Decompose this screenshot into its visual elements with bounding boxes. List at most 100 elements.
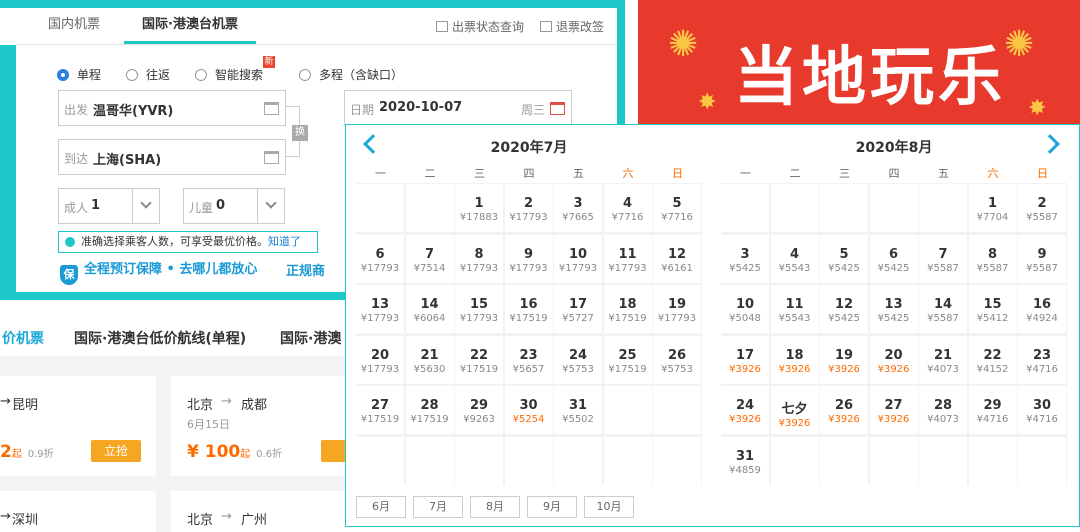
calendar-day[interactable]: 15 ¥5412 bbox=[968, 285, 1017, 333]
calendar-day[interactable]: 23 ¥5657 bbox=[504, 335, 553, 384]
calendar-icon[interactable] bbox=[550, 102, 565, 115]
calendar-day[interactable]: 30 ¥5254 bbox=[504, 386, 553, 434]
calendar-day[interactable]: 31 ¥5502 bbox=[554, 386, 602, 434]
calendar-day[interactable]: 2 ¥17793 bbox=[504, 184, 553, 232]
calendar-day[interactable]: 19 ¥17793 bbox=[653, 285, 701, 333]
calendar-day[interactable]: 13 ¥17793 bbox=[356, 285, 404, 333]
calendar-day[interactable]: 23 ¥4716 bbox=[1018, 335, 1066, 384]
calendar-day[interactable]: 9 ¥5587 bbox=[1018, 234, 1066, 283]
date-field[interactable]: 日期 2020-10-07 周三 bbox=[344, 90, 572, 126]
calendar-day[interactable]: 8 ¥17793 bbox=[455, 234, 503, 283]
calendar-day[interactable]: 19 ¥3926 bbox=[820, 335, 868, 384]
deal-card[interactable]: → 深圳 bbox=[0, 491, 156, 532]
calendar-day[interactable]: 8 ¥5587 bbox=[968, 234, 1017, 283]
calendar-day[interactable]: 4 ¥5543 bbox=[770, 234, 819, 283]
calendar-day[interactable]: 16 ¥4924 bbox=[1018, 285, 1066, 333]
calendar-day[interactable]: 5 ¥5425 bbox=[820, 234, 868, 283]
calendar-day[interactable]: 18 ¥17519 bbox=[603, 285, 652, 333]
calendar-day[interactable]: 22 ¥17519 bbox=[455, 335, 503, 384]
calendar-day[interactable]: 10 ¥17793 bbox=[554, 234, 602, 283]
calendar-day[interactable]: 31 ¥4859 bbox=[721, 436, 769, 485]
calendar-day[interactable]: 24 ¥3926 bbox=[721, 386, 769, 434]
arrival-field[interactable]: 到达 上海(SHA) bbox=[58, 139, 286, 175]
calendar-day[interactable]: 3 ¥7665 bbox=[554, 184, 602, 232]
calendar-day[interactable]: 7 ¥5587 bbox=[919, 234, 967, 283]
deal-card[interactable]: 北京 → 成都 6月15日 ¥ 100起 0.6折 bbox=[171, 376, 345, 476]
calendar-day[interactable]: 13 ¥5425 bbox=[869, 285, 918, 333]
tip-dismiss-link[interactable]: 知道了 bbox=[268, 235, 301, 248]
calendar-day[interactable]: 22 ¥4152 bbox=[968, 335, 1017, 384]
child-dropdown[interactable] bbox=[257, 189, 284, 223]
calendar-day[interactable]: 28 ¥17519 bbox=[405, 386, 454, 434]
weekday-label: 日 bbox=[1037, 167, 1048, 180]
calendar-day[interactable]: 11 ¥5543 bbox=[770, 285, 819, 333]
calendar-day[interactable]: 21 ¥4073 bbox=[919, 335, 967, 384]
tab-intl-more[interactable]: 国际·港澳 bbox=[280, 328, 341, 348]
child-count-field[interactable]: 儿童 0 bbox=[183, 188, 285, 224]
month-jump-8[interactable]: 8月 bbox=[470, 496, 520, 518]
calendar-day[interactable]: 16 ¥17519 bbox=[504, 285, 553, 333]
calendar-day[interactable]: 14 ¥5587 bbox=[919, 285, 967, 333]
tab-international-flights[interactable]: 国际·港澳台机票 bbox=[124, 10, 256, 44]
calendar-day[interactable]: 20 ¥17793 bbox=[356, 335, 404, 384]
calendar-day[interactable]: 18 ¥3926 bbox=[770, 335, 819, 384]
deal-card[interactable]: 北京 → 广州 bbox=[171, 491, 345, 532]
calendar-day[interactable]: 2 ¥5587 bbox=[1018, 184, 1066, 232]
calendar-day[interactable]: 11 ¥17793 bbox=[603, 234, 652, 283]
swap-cities-button[interactable]: 换 bbox=[292, 125, 308, 141]
weekday-label: 一 bbox=[740, 167, 751, 180]
city-picker-icon[interactable] bbox=[264, 151, 279, 164]
ticket-status-link[interactable]: 出票状态查询 bbox=[436, 18, 524, 35]
calendar-day[interactable]: 3 ¥5425 bbox=[721, 234, 769, 283]
calendar-day[interactable]: 27 ¥3926 bbox=[869, 386, 918, 434]
adult-count-field[interactable]: 成人 1 bbox=[58, 188, 160, 224]
radio-multi-city[interactable]: 多程（含缺口） bbox=[299, 66, 403, 83]
calendar-day[interactable]: 6 ¥5425 bbox=[869, 234, 918, 283]
radio-smart-search[interactable]: 智能搜索 bbox=[195, 66, 263, 83]
calendar-day[interactable]: 1 ¥17883 bbox=[455, 184, 503, 232]
radio-roundtrip[interactable]: 往返 bbox=[126, 66, 170, 83]
calendar-day[interactable]: 七夕 ¥3926 bbox=[770, 386, 819, 434]
city-picker-icon[interactable] bbox=[264, 102, 279, 115]
calendar-day[interactable]: 12 ¥6161 bbox=[653, 234, 701, 283]
tab-low-price[interactable]: 价机票 bbox=[2, 328, 44, 348]
calendar-day[interactable]: 6 ¥17793 bbox=[356, 234, 404, 283]
calendar-day[interactable]: 28 ¥4073 bbox=[919, 386, 967, 434]
calendar-day[interactable]: 9 ¥17793 bbox=[504, 234, 553, 283]
calendar-day[interactable]: 5 ¥7716 bbox=[653, 184, 701, 232]
calendar-day[interactable]: 27 ¥17519 bbox=[356, 386, 404, 434]
calendar-empty-cell bbox=[770, 436, 819, 485]
calendar-day[interactable]: 1 ¥7704 bbox=[968, 184, 1017, 232]
tab-domestic-flights[interactable]: 国内机票 bbox=[48, 10, 100, 44]
calendar-day[interactable]: 21 ¥5630 bbox=[405, 335, 454, 384]
refund-change-link[interactable]: 退票改签 bbox=[540, 18, 604, 35]
month-jump-7[interactable]: 7月 bbox=[413, 496, 463, 518]
calendar-day[interactable]: 26 ¥5753 bbox=[653, 335, 701, 384]
adult-dropdown[interactable] bbox=[132, 189, 159, 223]
weekday-label: 五 bbox=[938, 167, 949, 180]
radio-oneway[interactable]: 单程 bbox=[57, 66, 101, 83]
calendar-day[interactable]: 25 ¥17519 bbox=[603, 335, 652, 384]
calendar-day[interactable]: 26 ¥3926 bbox=[820, 386, 868, 434]
calendar-day[interactable]: 7 ¥7514 bbox=[405, 234, 454, 283]
day-number: 6 bbox=[375, 246, 385, 262]
calendar-day[interactable]: 15 ¥17793 bbox=[455, 285, 503, 333]
calendar-day[interactable]: 4 ¥7716 bbox=[603, 184, 652, 232]
month-jump-10[interactable]: 10月 bbox=[584, 496, 634, 518]
calendar-day[interactable]: 29 ¥9263 bbox=[455, 386, 503, 434]
month-jump-6[interactable]: 6月 bbox=[356, 496, 406, 518]
tab-intl-low-price-oneway[interactable]: 国际·港澳台低价航线(单程) bbox=[74, 328, 246, 348]
month-jump-9[interactable]: 9月 bbox=[527, 496, 577, 518]
calendar-day[interactable]: 17 ¥5727 bbox=[554, 285, 602, 333]
grab-deal-button[interactable]: 立抢 bbox=[91, 440, 141, 462]
calendar-day[interactable]: 30 ¥4716 bbox=[1018, 386, 1066, 434]
grab-deal-button-partial[interactable] bbox=[321, 440, 345, 462]
calendar-day[interactable]: 24 ¥5753 bbox=[554, 335, 602, 384]
departure-field[interactable]: 出发 温哥华(YVR) bbox=[58, 90, 286, 126]
calendar-day[interactable]: 14 ¥6064 bbox=[405, 285, 454, 333]
calendar-day[interactable]: 20 ¥3926 bbox=[869, 335, 918, 384]
calendar-day[interactable]: 17 ¥3926 bbox=[721, 335, 769, 384]
calendar-day[interactable]: 10 ¥5048 bbox=[721, 285, 769, 333]
calendar-day[interactable]: 29 ¥4716 bbox=[968, 386, 1017, 434]
calendar-day[interactable]: 12 ¥5425 bbox=[820, 285, 868, 333]
